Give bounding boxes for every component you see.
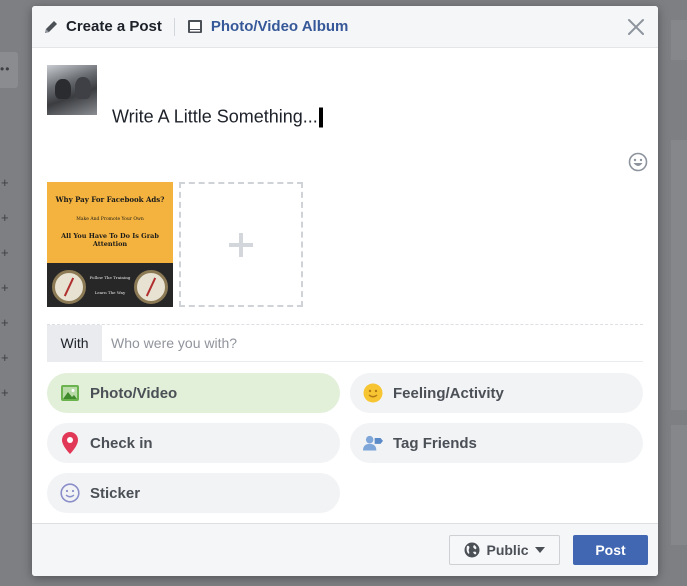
composer-area[interactable]: Write A Little Something... bbox=[32, 48, 658, 183]
sticker-label: Sticker bbox=[90, 484, 141, 502]
with-label: With bbox=[47, 324, 102, 362]
privacy-selector[interactable]: Public bbox=[449, 535, 560, 565]
chevron-down-icon bbox=[534, 547, 545, 553]
background-card bbox=[671, 20, 687, 60]
image-line-1: Follow The Training bbox=[89, 275, 131, 280]
tag-friends-label: Tag Friends bbox=[393, 434, 477, 452]
composer-input[interactable]: Write A Little Something... bbox=[112, 107, 323, 128]
with-row: With bbox=[47, 324, 643, 362]
plus-icon: + bbox=[1, 245, 9, 260]
feeling-activity-button[interactable]: Feeling/Activity bbox=[350, 373, 643, 413]
plus-icon: + bbox=[1, 350, 9, 365]
add-photo-button[interactable] bbox=[179, 182, 303, 307]
plus-icon: + bbox=[1, 175, 9, 190]
plus-icon bbox=[229, 232, 253, 257]
composer-text: Write A Little Something... bbox=[112, 106, 318, 127]
header-divider bbox=[173, 17, 175, 36]
emoji-icon[interactable] bbox=[628, 152, 648, 172]
plus-icon: + bbox=[1, 210, 9, 225]
image-headline: All You Have To Do Is Grab Attention bbox=[61, 232, 159, 249]
tag-friends-icon bbox=[363, 433, 383, 453]
smiley-icon bbox=[363, 383, 383, 403]
close-icon[interactable] bbox=[626, 17, 646, 37]
avatar bbox=[47, 65, 97, 115]
tab-create-post[interactable]: Create a Post bbox=[44, 18, 162, 35]
pencil-icon bbox=[45, 20, 57, 33]
image-subtitle: Make And Promote Your Own bbox=[76, 217, 144, 222]
plus-icon: + bbox=[1, 385, 9, 400]
post-options: Photo/Video Feeling/Activity Check in Ta… bbox=[47, 373, 643, 513]
location-pin-icon bbox=[60, 432, 80, 454]
image-dark-band: Follow The Training Learn The Way bbox=[47, 263, 173, 307]
create-post-dialog: Create a Post Photo/Video Album Write A … bbox=[32, 6, 658, 576]
create-post-label: Create a Post bbox=[66, 18, 162, 35]
plus-icon: + bbox=[1, 280, 9, 295]
background-card bbox=[671, 425, 687, 545]
image-title: Why Pay For Facebook Ads? bbox=[55, 195, 165, 204]
privacy-label: Public bbox=[486, 542, 529, 558]
attached-image[interactable]: Why Pay For Facebook Ads? Make And Promo… bbox=[47, 182, 173, 307]
globe-icon bbox=[464, 542, 480, 558]
tag-people-input[interactable] bbox=[102, 325, 643, 361]
photo-icon bbox=[60, 383, 80, 403]
background-card bbox=[671, 140, 687, 410]
attachments-row: Why Pay For Facebook Ads? Make And Promo… bbox=[47, 182, 303, 307]
tag-friends-button[interactable]: Tag Friends bbox=[350, 423, 643, 463]
dialog-header: Create a Post Photo/Video Album bbox=[32, 6, 658, 48]
check-in-label: Check in bbox=[90, 434, 153, 452]
dialog-footer: Public Post bbox=[32, 523, 658, 576]
sticker-icon bbox=[60, 483, 80, 503]
more-icon: •• bbox=[0, 62, 11, 76]
tab-photo-video-album[interactable]: Photo/Video Album bbox=[187, 18, 349, 35]
image-line-2: Learn The Way bbox=[94, 290, 126, 295]
photo-video-button[interactable]: Photo/Video bbox=[47, 373, 340, 413]
plus-icon: + bbox=[1, 315, 9, 330]
check-in-button[interactable]: Check in bbox=[47, 423, 340, 463]
album-label: Photo/Video Album bbox=[210, 18, 349, 35]
post-button[interactable]: Post bbox=[573, 535, 648, 565]
feeling-activity-label: Feeling/Activity bbox=[393, 384, 504, 402]
album-icon bbox=[187, 20, 202, 33]
photo-video-label: Photo/Video bbox=[90, 384, 178, 402]
text-cursor bbox=[318, 107, 323, 127]
sticker-button[interactable]: Sticker bbox=[47, 473, 340, 513]
